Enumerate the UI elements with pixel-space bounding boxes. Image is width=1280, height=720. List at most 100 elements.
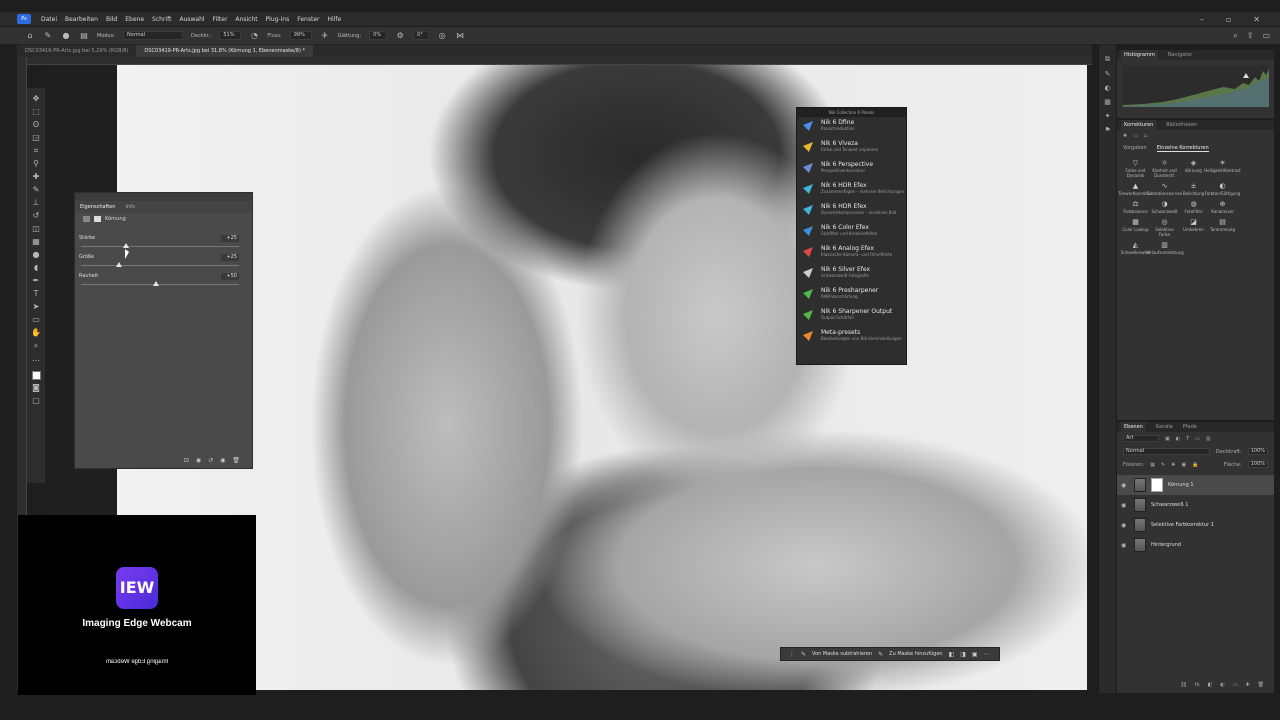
home-icon[interactable]: ⌂ — [25, 31, 35, 41]
tab-korrekturen[interactable]: Korrekturen — [1121, 120, 1157, 130]
lock-all-icon[interactable]: 🔒 — [1192, 462, 1198, 468]
tab-info[interactable]: Info — [125, 201, 134, 213]
mode-select[interactable]: Normal — [123, 31, 184, 40]
subtract-from-mask-button[interactable]: Von Maske subtrahieren — [812, 651, 872, 657]
menu-schrift[interactable]: Schrift — [152, 16, 171, 23]
layer-style-icon[interactable]: fx — [1195, 682, 1200, 688]
gear-icon[interactable]: ⚙ — [395, 31, 405, 41]
folder-icon[interactable]: ▭ — [1133, 133, 1138, 139]
adjustment-button[interactable]: ◑ Schwarzweiß — [1150, 200, 1179, 214]
nik-panel-item[interactable]: Nik 6 Color Efex Farbfilter und Kreativef… — [797, 222, 906, 243]
photoshop-logo-icon[interactable]: Ps — [17, 14, 31, 24]
eyedropper-tool-icon[interactable]: ⚲ — [31, 159, 41, 169]
zoom-tool-icon[interactable]: ⌕ — [31, 341, 41, 351]
tab-vorgaben[interactable]: Vorgaben — [1123, 145, 1147, 152]
menu-plugins[interactable]: Plug-ins — [266, 16, 290, 23]
slider-groesse[interactable]: Größe +25 — [79, 254, 239, 270]
blend-mode-select[interactable]: Normal — [1123, 448, 1210, 455]
filter-type-icon[interactable]: T — [1186, 436, 1189, 442]
shape-tool-icon[interactable]: ▭ — [31, 315, 41, 325]
search-icon[interactable]: ⌕ — [1233, 31, 1237, 41]
color-icon[interactable]: ◐ — [1104, 84, 1110, 92]
tab-histogramm[interactable]: Histogramm — [1121, 50, 1158, 60]
more-options-icon[interactable]: ⋯ — [984, 651, 990, 658]
menu-fenster[interactable]: Fenster — [297, 16, 319, 23]
nik-panel-item[interactable]: Nik 6 Presharpener RAW-Vorschärfung — [797, 285, 906, 306]
menu-filter[interactable]: Filter — [213, 16, 228, 23]
pressure-opacity-icon[interactable]: ◔ — [249, 31, 259, 41]
layer-row[interactable]: ◉ Hintergrund — [1117, 535, 1274, 555]
tab-einzelne-korrekturen[interactable]: Einzelne Korrekturen — [1156, 145, 1209, 152]
quick-mask-icon[interactable]: ◙ — [31, 383, 41, 393]
menu-bearbeiten[interactable]: Bearbeiten — [65, 16, 98, 23]
adjustment-button[interactable]: ▽ Farbe und Dynamik — [1121, 159, 1150, 178]
menu-ansicht[interactable]: Ansicht — [235, 16, 257, 23]
nik-panel-item[interactable]: Nik 6 Silver Efex Schwarzweiß-Fotografie — [797, 264, 906, 285]
adjustment-button[interactable]: ◎ Selektive Farbe — [1150, 218, 1179, 237]
slider-value-field[interactable]: +50 — [221, 273, 239, 280]
filter-shape-icon[interactable]: ▭ — [1195, 436, 1200, 442]
invert-mask-icon[interactable]: ◨ — [960, 651, 966, 658]
slider-track[interactable] — [81, 265, 239, 266]
visibility-eye-icon[interactable]: ◉ — [1121, 482, 1129, 489]
view-previous-icon[interactable]: ◉ — [196, 457, 201, 464]
airbrush-icon[interactable]: ✈ — [320, 31, 330, 41]
lock-paint-icon[interactable]: ✎ — [1161, 462, 1165, 468]
new-group-icon[interactable]: ▭ — [1233, 682, 1238, 688]
tab-ebenen[interactable]: Ebenen — [1121, 422, 1146, 432]
add-brush-icon[interactable]: ✎ — [878, 651, 883, 658]
delete-layer-icon[interactable]: 🗑 — [1258, 682, 1264, 688]
tab-document-2[interactable]: DSC03419-PR-Arts.jpg bei 31,8% (Körnung … — [136, 45, 313, 57]
eraser-tool-icon[interactable]: ◫ — [31, 224, 41, 234]
lock-pixels-icon[interactable]: ▦ — [1150, 462, 1155, 468]
layer-row[interactable]: ◉ Schwarzweiß 1 — [1117, 495, 1274, 515]
learn-icon[interactable]: ✦ — [1105, 112, 1111, 120]
layer-row[interactable]: ◉ Körnung 1 — [1117, 475, 1274, 495]
screen-mode-icon[interactable]: ▢ — [31, 396, 41, 406]
layer-fill-field[interactable]: 100% — [1247, 461, 1268, 468]
adjustment-button[interactable]: ⚖ Farbbalance — [1121, 200, 1150, 214]
adjustment-button[interactable]: ◐ Farbton/Sättigung — [1205, 182, 1241, 196]
history-brush-tool-icon[interactable]: ↺ — [31, 211, 41, 221]
slider-knob[interactable] — [153, 281, 159, 286]
flow-field[interactable]: 99% — [289, 31, 312, 40]
nik-panel-header[interactable]: Nik Collection 6 Panels — [797, 108, 906, 117]
clip-to-layer-icon[interactable]: ⊡ — [184, 457, 189, 464]
type-tool-icon[interactable]: T — [31, 289, 41, 299]
nik-panel-item[interactable]: Nik 6 HDR Efex Zusammenfügen – mehrere Be… — [797, 180, 906, 201]
workspace-icon[interactable]: ▭ — [1262, 31, 1270, 41]
brush-presets-icon[interactable]: ✎ — [1105, 70, 1111, 78]
adjustment-button[interactable]: ◍ Fotofilter — [1179, 200, 1208, 214]
close-icon[interactable]: ✕ — [1253, 15, 1260, 24]
symmetry-icon[interactable]: ⋈ — [455, 31, 465, 41]
mask-icon[interactable] — [94, 216, 101, 222]
mask-options-icon[interactable]: ◧ — [949, 651, 955, 658]
adjustment-button[interactable]: ▦ Color Lookup — [1121, 218, 1150, 237]
tab-navigator[interactable]: Navigator — [1168, 50, 1192, 60]
menu-datei[interactable]: Datei — [41, 16, 57, 23]
slider-track[interactable] — [81, 284, 239, 285]
adjustment-button[interactable]: ▤ Tontrennung — [1208, 218, 1237, 237]
filter-smart-icon[interactable]: ▥ — [1206, 436, 1211, 442]
slider-value-field[interactable]: +25 — [221, 254, 239, 261]
document-canvas-photo[interactable] — [117, 65, 1087, 690]
nik-panel-item[interactable]: Nik 6 Perspective Perspektivenkorrektur — [797, 159, 906, 180]
more-tools-icon[interactable]: … — [31, 354, 41, 364]
menu-bild[interactable]: Bild — [106, 16, 117, 23]
swatches-icon[interactable]: ▦ — [1104, 98, 1111, 106]
slider-knob[interactable] — [123, 243, 129, 248]
angle-field[interactable]: 0° — [413, 31, 430, 40]
adjustment-button[interactable]: ☼ Klarheit und Dunstentf. — [1150, 159, 1179, 178]
new-adjustment-icon[interactable]: ◐ — [1220, 682, 1224, 688]
filter-adjust-icon[interactable]: ◐ — [1176, 436, 1180, 442]
adjustment-button[interactable]: ▲ Tonwertkorrektur — [1119, 182, 1153, 196]
drag-handle-icon[interactable]: ⋮ — [789, 651, 795, 658]
reset-icon[interactable]: ↺ — [208, 457, 213, 464]
tab-pfade[interactable]: Pfade — [1183, 422, 1197, 432]
lasso-tool-icon[interactable]: ʘ — [31, 120, 41, 130]
brush-preset-icon[interactable]: ● — [61, 31, 71, 41]
tab-document-1[interactable]: DSC03416-PR-Arts.jpg bei 5,29% (RGB/8) — [17, 45, 136, 57]
nik-panel-item[interactable]: Nik 6 Analog Efex Klassische Kamera- und … — [797, 243, 906, 264]
tab-eigenschaften[interactable]: Eigenschaften — [80, 201, 115, 213]
maximize-icon[interactable]: ▫ — [1226, 15, 1231, 24]
